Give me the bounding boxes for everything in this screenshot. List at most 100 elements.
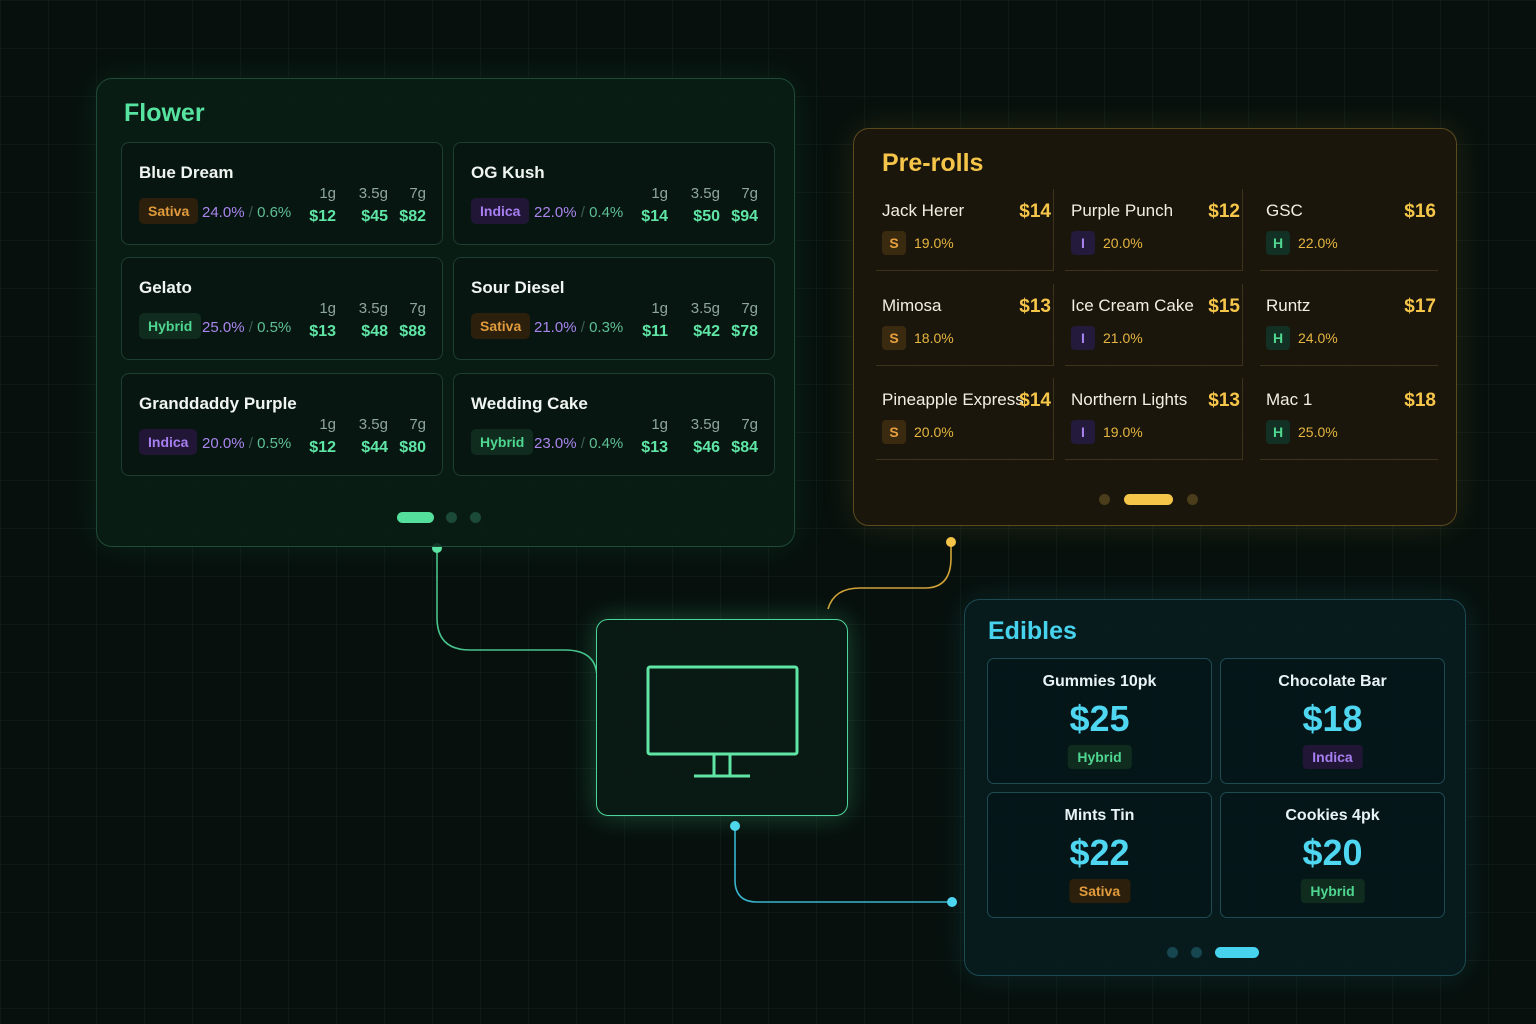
strain-type-badge: Sativa — [1068, 879, 1131, 903]
separator: / — [244, 319, 258, 336]
product-name: Gummies 10pk — [1042, 673, 1157, 690]
monitor-icon — [646, 665, 799, 778]
prerolls-title: Pre-rolls — [882, 149, 984, 177]
flower-connector — [436, 548, 598, 679]
price-value: $82 — [399, 208, 426, 225]
weight-label: 3.5g — [690, 416, 720, 433]
product-name: Gelato — [139, 278, 192, 297]
weight-label: 7g — [741, 300, 758, 317]
thc-cbd-values: 23.0% / 0.4% — [534, 435, 623, 452]
product-price: $13 — [1208, 390, 1240, 411]
thc-cbd-values: 21.0% / 0.3% — [534, 319, 623, 336]
flower-product-card[interactable]: Sour Diesel Sativa 21.0% / 0.3% 1g $11 3.5g $4… — [453, 257, 775, 360]
price-value: $94 — [731, 208, 758, 225]
cbd-value: 0.5% — [257, 319, 292, 336]
price-value: $13 — [309, 323, 336, 340]
strain-type-badge: Indica — [139, 429, 198, 455]
preroll-product-cell[interactable]: Jack Herer $14 S 19.0% — [876, 189, 1054, 271]
flower-product-card[interactable]: OG Kush Indica 22.0% / 0.4% 1g $14 3.5g $50 7g $… — [453, 142, 775, 245]
thc-value: 21.0% — [534, 319, 577, 336]
prerolls-panel: Pre-rolls Jack Herer $14 S 19.0% Purple Punc… — [853, 128, 1457, 526]
price-column: 3.5g $45 — [359, 185, 388, 226]
edible-product-card[interactable]: Cookies 4pk $20 Hybrid — [1220, 792, 1445, 918]
preroll-product-cell[interactable]: Mimosa $13 S 18.0% — [876, 284, 1054, 366]
product-price: $18 — [1302, 698, 1363, 739]
separator: / — [576, 435, 590, 452]
edible-product-card[interactable]: Chocolate Bar $18 Indica — [1220, 658, 1445, 784]
thc-value: 21.0% — [1103, 330, 1143, 346]
product-name: Blue Dream — [139, 163, 234, 182]
price-value: $48 — [361, 323, 388, 340]
product-name: Wedding Cake — [471, 394, 588, 413]
weight-label: 3.5g — [358, 185, 388, 202]
edibles-page-indicator-active[interactable] — [1215, 947, 1259, 958]
edible-product-card[interactable]: Mints Tin $22 Sativa — [987, 792, 1212, 918]
preroll-product-cell[interactable]: GSC $16 H 22.0% — [1260, 189, 1438, 271]
edibles-page-dot-1[interactable] — [1167, 947, 1178, 958]
thc-value: 18.0% — [914, 330, 954, 346]
flower-page-dot-3[interactable] — [470, 512, 481, 523]
separator: / — [244, 435, 258, 452]
flower-page-dot-2[interactable] — [446, 512, 457, 523]
preroll-product-cell[interactable]: Mac 1 $18 H 25.0% — [1260, 378, 1438, 460]
display-hub[interactable] — [596, 619, 848, 816]
product-price: $13 — [1019, 296, 1051, 317]
flower-product-card[interactable]: Granddaddy Purple Indica 20.0% / 0.5% 1g $12… — [121, 373, 443, 476]
preroll-product-cell[interactable]: Northern Lights $13 I 19.0% — [1065, 378, 1243, 460]
preroll-product-cell[interactable]: Pineapple Express $14 S 20.0% — [876, 378, 1054, 460]
strain-type-badge: Sativa — [471, 313, 531, 339]
product-price: $20 — [1302, 832, 1363, 873]
weight-label: 1g — [319, 300, 336, 317]
strain-type-letter: H — [1266, 420, 1290, 444]
product-name: Jack Herer — [882, 201, 965, 220]
preroll-product-cell[interactable]: Ice Cream Cake $15 I 21.0% — [1065, 284, 1243, 366]
product-name: Granddaddy Purple — [139, 394, 297, 413]
price-column: 1g $13 — [641, 416, 668, 457]
product-price: $14 — [1019, 201, 1051, 222]
price-column: 1g $11 — [642, 300, 668, 341]
price-value: $44 — [361, 439, 388, 456]
price-column: 3.5g $46 — [691, 416, 720, 457]
product-price: $16 — [1404, 201, 1436, 222]
strain-type-badge: Hybrid — [1067, 745, 1132, 769]
edible-connector — [734, 827, 952, 903]
thc-value: 22.0% — [1298, 235, 1338, 251]
flower-product-card[interactable]: Gelato Hybrid 25.0% / 0.5% 1g $13 3.5g $48 7g $8… — [121, 257, 443, 360]
price-value: $88 — [399, 323, 426, 340]
preroll-connector-node — [946, 537, 956, 547]
weight-label: 1g — [651, 185, 668, 202]
preroll-product-cell[interactable]: Purple Punch $12 I 20.0% — [1065, 189, 1243, 271]
flower-title: Flower — [124, 99, 205, 127]
strain-type-letter: H — [1266, 231, 1290, 255]
prerolls-page-dot-1[interactable] — [1099, 494, 1110, 505]
price-column: 3.5g $42 — [691, 300, 720, 341]
flower-product-card[interactable]: Blue Dream Sativa 24.0% / 0.6% 1g $12 3.5g $45… — [121, 142, 443, 245]
prerolls-page-dot-3[interactable] — [1187, 494, 1198, 505]
prerolls-page-indicator-active[interactable] — [1124, 494, 1173, 505]
price-column: 7g $88 — [399, 300, 426, 341]
product-name: Cookies 4pk — [1285, 807, 1380, 824]
weight-label: 7g — [409, 300, 426, 317]
price-column: 3.5g $48 — [359, 300, 388, 341]
weight-label: 3.5g — [690, 300, 720, 317]
price-column: 3.5g $50 — [691, 185, 720, 226]
product-name: OG Kush — [471, 163, 545, 182]
price-value: $42 — [693, 323, 720, 340]
price-column: 7g $94 — [731, 185, 758, 226]
preroll-product-cell[interactable]: Runtz $17 H 24.0% — [1260, 284, 1438, 366]
thc-value: 25.0% — [202, 319, 245, 336]
flower-product-card[interactable]: Wedding Cake Hybrid 23.0% / 0.4% 1g $13 3.5g $… — [453, 373, 775, 476]
thc-value: 23.0% — [534, 435, 577, 452]
thc-value: 19.0% — [1103, 424, 1143, 440]
strain-type-badge: Hybrid — [471, 429, 534, 455]
flower-page-indicator-active[interactable] — [397, 512, 434, 523]
edible-product-card[interactable]: Gummies 10pk $25 Hybrid — [987, 658, 1212, 784]
strain-type-badge: Hybrid — [1300, 879, 1365, 903]
edibles-page-dot-2[interactable] — [1191, 947, 1202, 958]
product-name: Sour Diesel — [471, 278, 565, 297]
product-name: Mints Tin — [1064, 807, 1135, 824]
thc-cbd-values: 20.0% / 0.5% — [202, 435, 291, 452]
price-value: $80 — [399, 439, 426, 456]
price-value: $46 — [693, 439, 720, 456]
product-name: Mac 1 — [1266, 390, 1313, 409]
